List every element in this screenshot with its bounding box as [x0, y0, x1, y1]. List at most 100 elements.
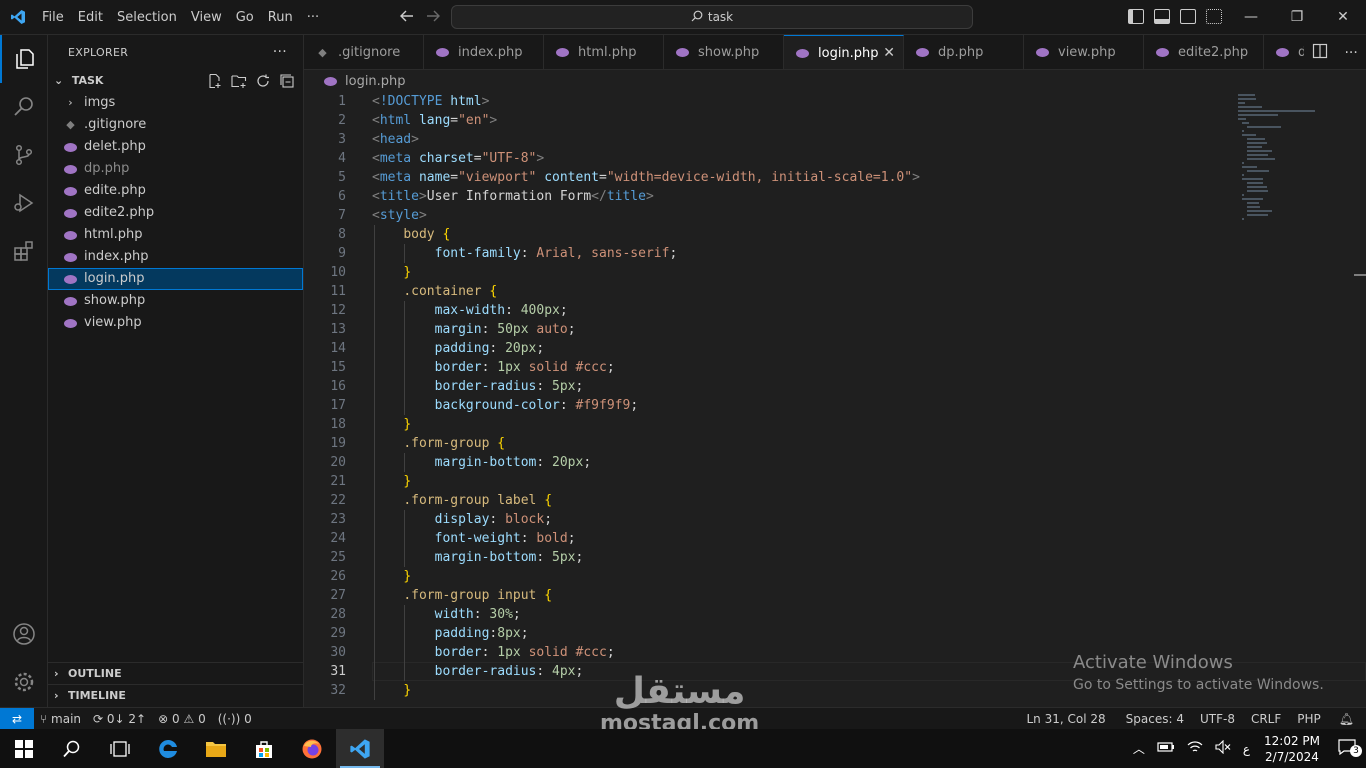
menu-go[interactable]: Go — [229, 0, 261, 35]
tree-file-login[interactable]: login.php — [48, 268, 303, 290]
collapse-all-icon[interactable] — [279, 73, 295, 89]
tree-file-edite[interactable]: edite.php — [48, 180, 303, 202]
explorer-icon[interactable] — [0, 35, 48, 83]
refresh-icon[interactable] — [255, 73, 271, 89]
tree-file-dp[interactable]: dp.php — [48, 158, 303, 180]
tree-file-view[interactable]: view.php — [48, 312, 303, 334]
battery-icon[interactable] — [1151, 741, 1181, 756]
close-tab-icon[interactable]: ✕ — [883, 45, 895, 61]
code-line[interactable]: 11 .container { — [304, 282, 1234, 301]
store-icon[interactable] — [240, 729, 288, 768]
code-line[interactable]: 15 border: 1px solid #ccc; — [304, 358, 1234, 377]
menu-run[interactable]: Run — [261, 0, 300, 35]
code-line[interactable]: 27 .form-group input { — [304, 586, 1234, 605]
tree-file-delet[interactable]: delet.php — [48, 136, 303, 158]
toggle-panel-icon[interactable] — [1154, 9, 1170, 24]
code-line[interactable]: 29 padding:8px; — [304, 624, 1234, 643]
timeline-section[interactable]: › TIMELINE — [48, 684, 304, 707]
notifications-bell-icon[interactable]: 🔔︎ — [1333, 712, 1360, 726]
tab-view[interactable]: view.php — [1024, 35, 1144, 69]
tab-edite2[interactable]: edite2.php — [1144, 35, 1264, 69]
end-of-line[interactable]: CRLF — [1245, 712, 1287, 726]
tab-login[interactable]: login.php ✕ — [784, 35, 904, 69]
code-line[interactable]: 19 .form-group { — [304, 434, 1234, 453]
tab-show[interactable]: show.php — [664, 35, 784, 69]
remote-indicator-icon[interactable]: ⇄ — [0, 707, 34, 730]
encoding[interactable]: UTF-8 — [1194, 712, 1241, 726]
code-line[interactable]: 26 } — [304, 567, 1234, 586]
customize-layout-icon[interactable] — [1206, 9, 1222, 24]
toggle-secondary-sidebar-icon[interactable] — [1180, 9, 1196, 24]
close-window-button[interactable]: ✕ — [1320, 0, 1366, 35]
outline-section[interactable]: › OUTLINE — [48, 662, 304, 685]
menu-file[interactable]: File — [35, 0, 71, 35]
volume-muted-icon[interactable] — [1209, 739, 1237, 757]
run-debug-icon[interactable] — [0, 179, 48, 227]
restore-button[interactable]: ❐ — [1274, 0, 1320, 35]
tab-dp[interactable]: dp.php — [904, 35, 1024, 69]
code-line[interactable]: 14 padding: 20px; — [304, 339, 1234, 358]
code-line[interactable]: 2 <html lang="en"> — [304, 111, 1234, 130]
breadcrumb-file[interactable]: login.php — [345, 74, 406, 89]
cursor-position[interactable]: Ln 31, Col 28 — [1021, 712, 1112, 726]
code-line[interactable]: 22 .form-group label { — [304, 491, 1234, 510]
ports-indicator[interactable]: ((·)) 0 — [212, 712, 258, 726]
new-file-icon[interactable] — [207, 73, 223, 89]
code-line[interactable]: 5 <meta name="viewport" content="width=de… — [304, 168, 1234, 187]
forward-arrow-icon[interactable] — [420, 8, 446, 27]
code-line[interactable]: 4 <meta charset="UTF-8"> — [304, 149, 1234, 168]
tree-folder-imgs[interactable]: › imgs — [48, 92, 303, 114]
more-editor-actions-button[interactable]: ··· — [1344, 45, 1357, 61]
folder-header-task[interactable]: ⌄ TASK — [48, 70, 303, 92]
code-line[interactable]: 1 <!DOCTYPE html> — [304, 92, 1234, 111]
firefox-icon[interactable] — [288, 729, 336, 768]
tree-file-edite2[interactable]: edite2.php — [48, 202, 303, 224]
code-line[interactable]: 6 <title>User Information Form</title> — [304, 187, 1234, 206]
extensions-icon[interactable] — [0, 227, 48, 275]
task-view-icon[interactable] — [96, 729, 144, 768]
minimap[interactable] — [1238, 92, 1348, 232]
input-language-indicator[interactable]: ع — [1237, 742, 1256, 756]
code-line[interactable]: 28 width: 30%; — [304, 605, 1234, 624]
code-line[interactable]: 7 <style> — [304, 206, 1234, 225]
code-line[interactable]: 23 display: block; — [304, 510, 1234, 529]
branch-indicator[interactable]: ⑂ main — [34, 712, 87, 726]
new-folder-icon[interactable] — [231, 73, 247, 89]
more-actions-button[interactable]: ··· — [273, 35, 287, 70]
taskbar-search-icon[interactable] — [48, 729, 96, 768]
tree-file-index[interactable]: index.php — [48, 246, 303, 268]
menu-view[interactable]: View — [184, 0, 229, 35]
tab-html[interactable]: html.php — [544, 35, 664, 69]
tab-gitignore[interactable]: ◆ .gitignore — [304, 35, 424, 69]
code-line[interactable]: 12 max-width: 400px; — [304, 301, 1234, 320]
code-line[interactable]: 25 margin-bottom: 5px; — [304, 548, 1234, 567]
show-hidden-icons-icon[interactable]: ︿ — [1127, 740, 1151, 757]
accounts-icon[interactable] — [0, 610, 48, 658]
menu-edit[interactable]: Edit — [71, 0, 110, 35]
file-explorer-icon[interactable] — [192, 729, 240, 768]
menu-more[interactable]: ··· — [300, 0, 326, 35]
toggle-primary-sidebar-icon[interactable] — [1128, 9, 1144, 24]
code-line[interactable]: 24 font-weight: bold; — [304, 529, 1234, 548]
source-control-icon[interactable] — [0, 131, 48, 179]
command-center-search[interactable]: task — [451, 5, 973, 29]
code-line[interactable]: 9 font-family: Arial, sans-serif; — [304, 244, 1234, 263]
split-editor-icon[interactable] — [1312, 43, 1328, 63]
sync-indicator[interactable]: ⟳ 0↓ 2↑ — [87, 712, 152, 726]
code-line[interactable]: 18 } — [304, 415, 1234, 434]
code-line[interactable]: 3 <head> — [304, 130, 1234, 149]
settings-gear-icon[interactable] — [0, 658, 48, 706]
tab-index[interactable]: index.php — [424, 35, 544, 69]
notification-center-icon[interactable]: 3 — [1328, 739, 1366, 758]
scrollbar-thumb[interactable] — [1354, 274, 1366, 276]
minimize-button[interactable]: — — [1228, 0, 1274, 35]
language-mode[interactable]: PHP — [1291, 712, 1327, 726]
code-line[interactable]: 21 } — [304, 472, 1234, 491]
tree-file-gitignore[interactable]: ◆ .gitignore — [48, 114, 303, 136]
menu-selection[interactable]: Selection — [110, 0, 184, 35]
tree-file-show[interactable]: show.php — [48, 290, 303, 312]
start-button[interactable] — [0, 729, 48, 768]
clock[interactable]: 12:02 PM 2/7/2024 — [1256, 733, 1328, 765]
breadcrumb[interactable]: login.php — [304, 70, 1366, 92]
tree-file-html[interactable]: html.php — [48, 224, 303, 246]
